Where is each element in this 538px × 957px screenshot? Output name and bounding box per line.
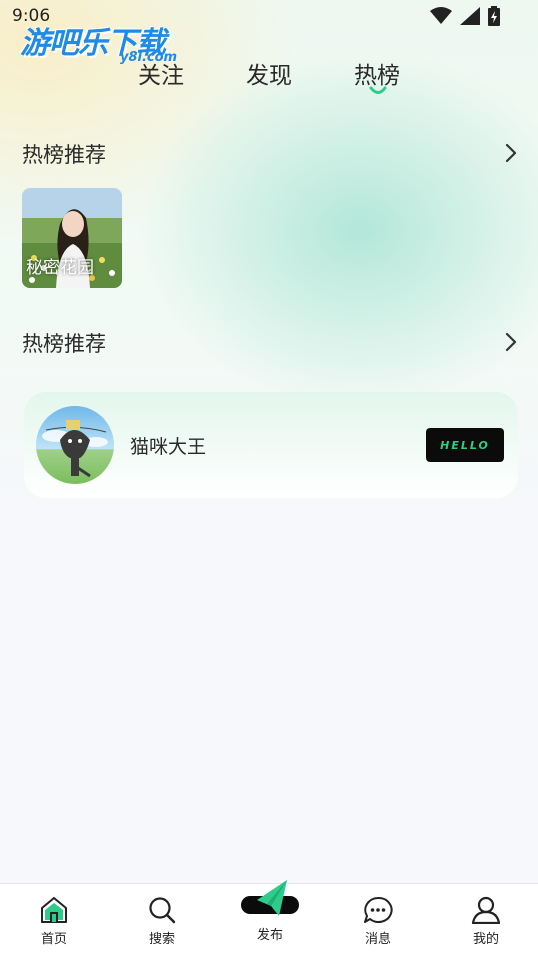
nav-home-label: 首页 [40, 932, 67, 947]
status-icons [430, 6, 500, 26]
user-name[interactable]: 猫咪大王 [130, 432, 206, 459]
nav-profile[interactable]: 我的 [446, 884, 526, 957]
top-tabs: 关注 发现 热榜 [0, 56, 538, 96]
avatar-image [42, 420, 108, 478]
nav-search[interactable]: 搜索 [122, 884, 202, 957]
message-icon [364, 896, 393, 923]
user-card[interactable]: 猫咪大王 HELLO [24, 392, 518, 498]
active-tab-indicator [369, 86, 387, 94]
nav-publish[interactable]: 发布 [230, 880, 310, 957]
bottom-nav: 首页 搜索 发布 消息 我的 [0, 880, 538, 957]
tab-follow[interactable]: 关注 [138, 56, 184, 90]
hello-badge: HELLO [426, 428, 504, 462]
hello-badge-text: HELLO [440, 438, 490, 452]
section-title-hot-1: 热榜推荐 [22, 143, 106, 167]
user-icon [471, 896, 501, 924]
nav-search-label: 搜索 [148, 932, 175, 947]
battery-icon [488, 6, 500, 26]
chevron-right-icon[interactable] [504, 142, 518, 164]
nav-profile-label: 我的 [472, 932, 499, 947]
home-icon [41, 897, 67, 923]
tab-hot[interactable]: 热榜 [354, 56, 400, 90]
thumbnail-caption: 秘密花园 [26, 258, 94, 278]
nav-publish-label: 发布 [256, 928, 283, 943]
wifi-icon [430, 7, 452, 24]
avatar[interactable] [36, 406, 114, 484]
signal-icon [460, 7, 480, 25]
nav-messages[interactable]: 消息 [338, 884, 418, 957]
send-icon [241, 880, 299, 916]
tab-discover[interactable]: 发现 [246, 56, 292, 90]
section-title-hot-2: 热榜推荐 [22, 332, 106, 356]
chevron-right-icon[interactable] [504, 331, 518, 353]
hot-card-thumbnail[interactable]: 秘密花园 [22, 188, 122, 288]
search-icon [149, 897, 176, 924]
nav-home[interactable]: 首页 [14, 884, 94, 957]
nav-messages-label: 消息 [364, 932, 391, 947]
